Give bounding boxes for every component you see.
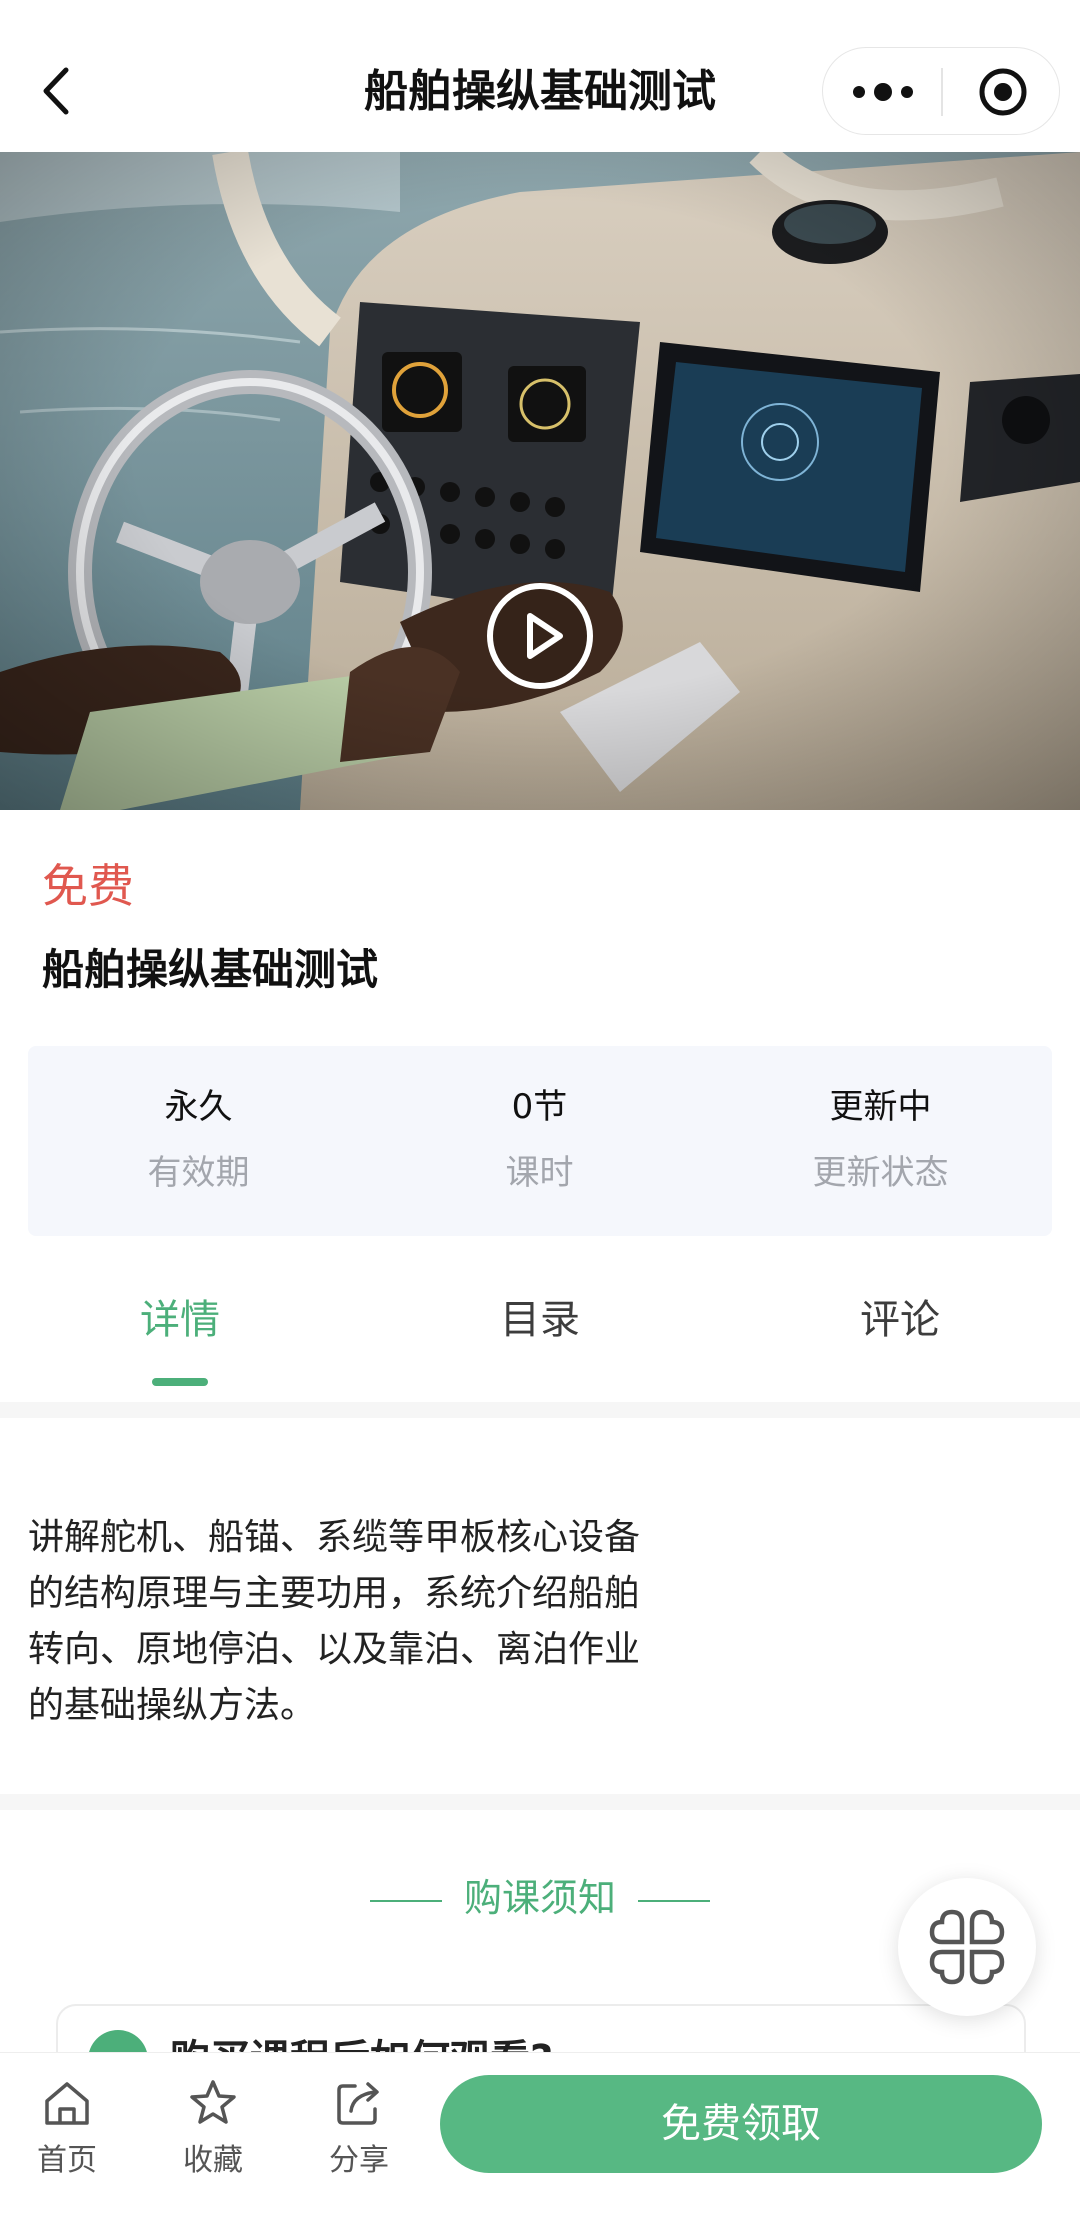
content-tabs: 详情 目录 评论 (0, 1270, 1080, 1400)
play-icon (487, 583, 593, 689)
share-icon (337, 2082, 379, 2125)
purchase-notice-title: 购课须知 (463, 1876, 616, 1920)
target-icon (979, 68, 1027, 116)
description-line: 讲解舵机、船锚、系缆等甲板核心设备 (28, 1517, 641, 1558)
more-dots-icon (853, 83, 913, 101)
tab-comments[interactable]: 评论 (720, 1290, 1080, 1350)
stat-value: 0节 (511, 1087, 568, 1127)
stat-label: 课时 (505, 1153, 574, 1193)
grid-menu-icon (929, 1909, 1005, 1985)
claim-free-button[interactable]: 免费领取 (440, 2075, 1042, 2173)
nav-label: 首页 (37, 2143, 97, 2178)
tab-details[interactable]: 详情 (0, 1290, 360, 1350)
course-video-cover[interactable] (0, 152, 1080, 810)
heading-rule (369, 1899, 442, 1902)
course-description: 讲解舵机、船锚、系缆等甲板核心设备 的结构原理与主要功用，系统介绍船舶 转向、原… (28, 1510, 708, 1734)
nav-home-button[interactable]: 首页 (12, 2075, 122, 2195)
active-tab-indicator (152, 1378, 208, 1386)
home-icon (45, 2082, 89, 2125)
heading-rule (638, 1899, 710, 1902)
stat-update-status: 更新中 更新状态 (710, 1046, 1051, 1236)
close-mini-program-button[interactable] (943, 48, 1061, 136)
bottom-action-bar: 首页 收藏 分享 免费领取 (0, 2052, 1080, 2238)
stat-value: 更新中 (829, 1087, 932, 1127)
tab-catalog[interactable]: 目录 (360, 1290, 720, 1350)
course-title: 船舶操纵基础测试 (42, 945, 379, 994)
description-line: 的基础操纵方法。 (28, 1685, 317, 1726)
section-divider (0, 1402, 1080, 1418)
price-label: 免费 (42, 859, 134, 913)
floating-menu-button[interactable] (898, 1878, 1036, 2016)
nav-label: 分享 (329, 2143, 389, 2178)
nav-bar: 船舶操纵基础测试 (0, 0, 1080, 152)
nav-label: 收藏 (183, 2143, 243, 2178)
star-icon (190, 2080, 236, 2124)
stat-label: 更新状态 (812, 1153, 949, 1193)
stat-label: 有效期 (147, 1153, 250, 1193)
stat-value: 永久 (164, 1087, 233, 1127)
stat-lessons: 0节 课时 (369, 1046, 710, 1236)
play-button[interactable] (486, 582, 594, 690)
nav-share-button[interactable]: 分享 (304, 2075, 414, 2195)
nav-favorite-button[interactable]: 收藏 (158, 2075, 268, 2195)
course-stats-panel: 永久 有效期 0节 课时 更新中 更新状态 (28, 1046, 1052, 1236)
description-line: 的结构原理与主要功用，系统介绍船舶 (28, 1573, 641, 1614)
mini-program-capsule (822, 47, 1060, 135)
stat-validity: 永久 有效期 (28, 1046, 369, 1236)
description-line: 转向、原地停泊、以及靠泊、离泊作业 (28, 1629, 641, 1670)
section-divider (0, 1794, 1080, 1810)
boat-helm-image (0, 152, 1080, 810)
more-button[interactable] (823, 48, 941, 136)
